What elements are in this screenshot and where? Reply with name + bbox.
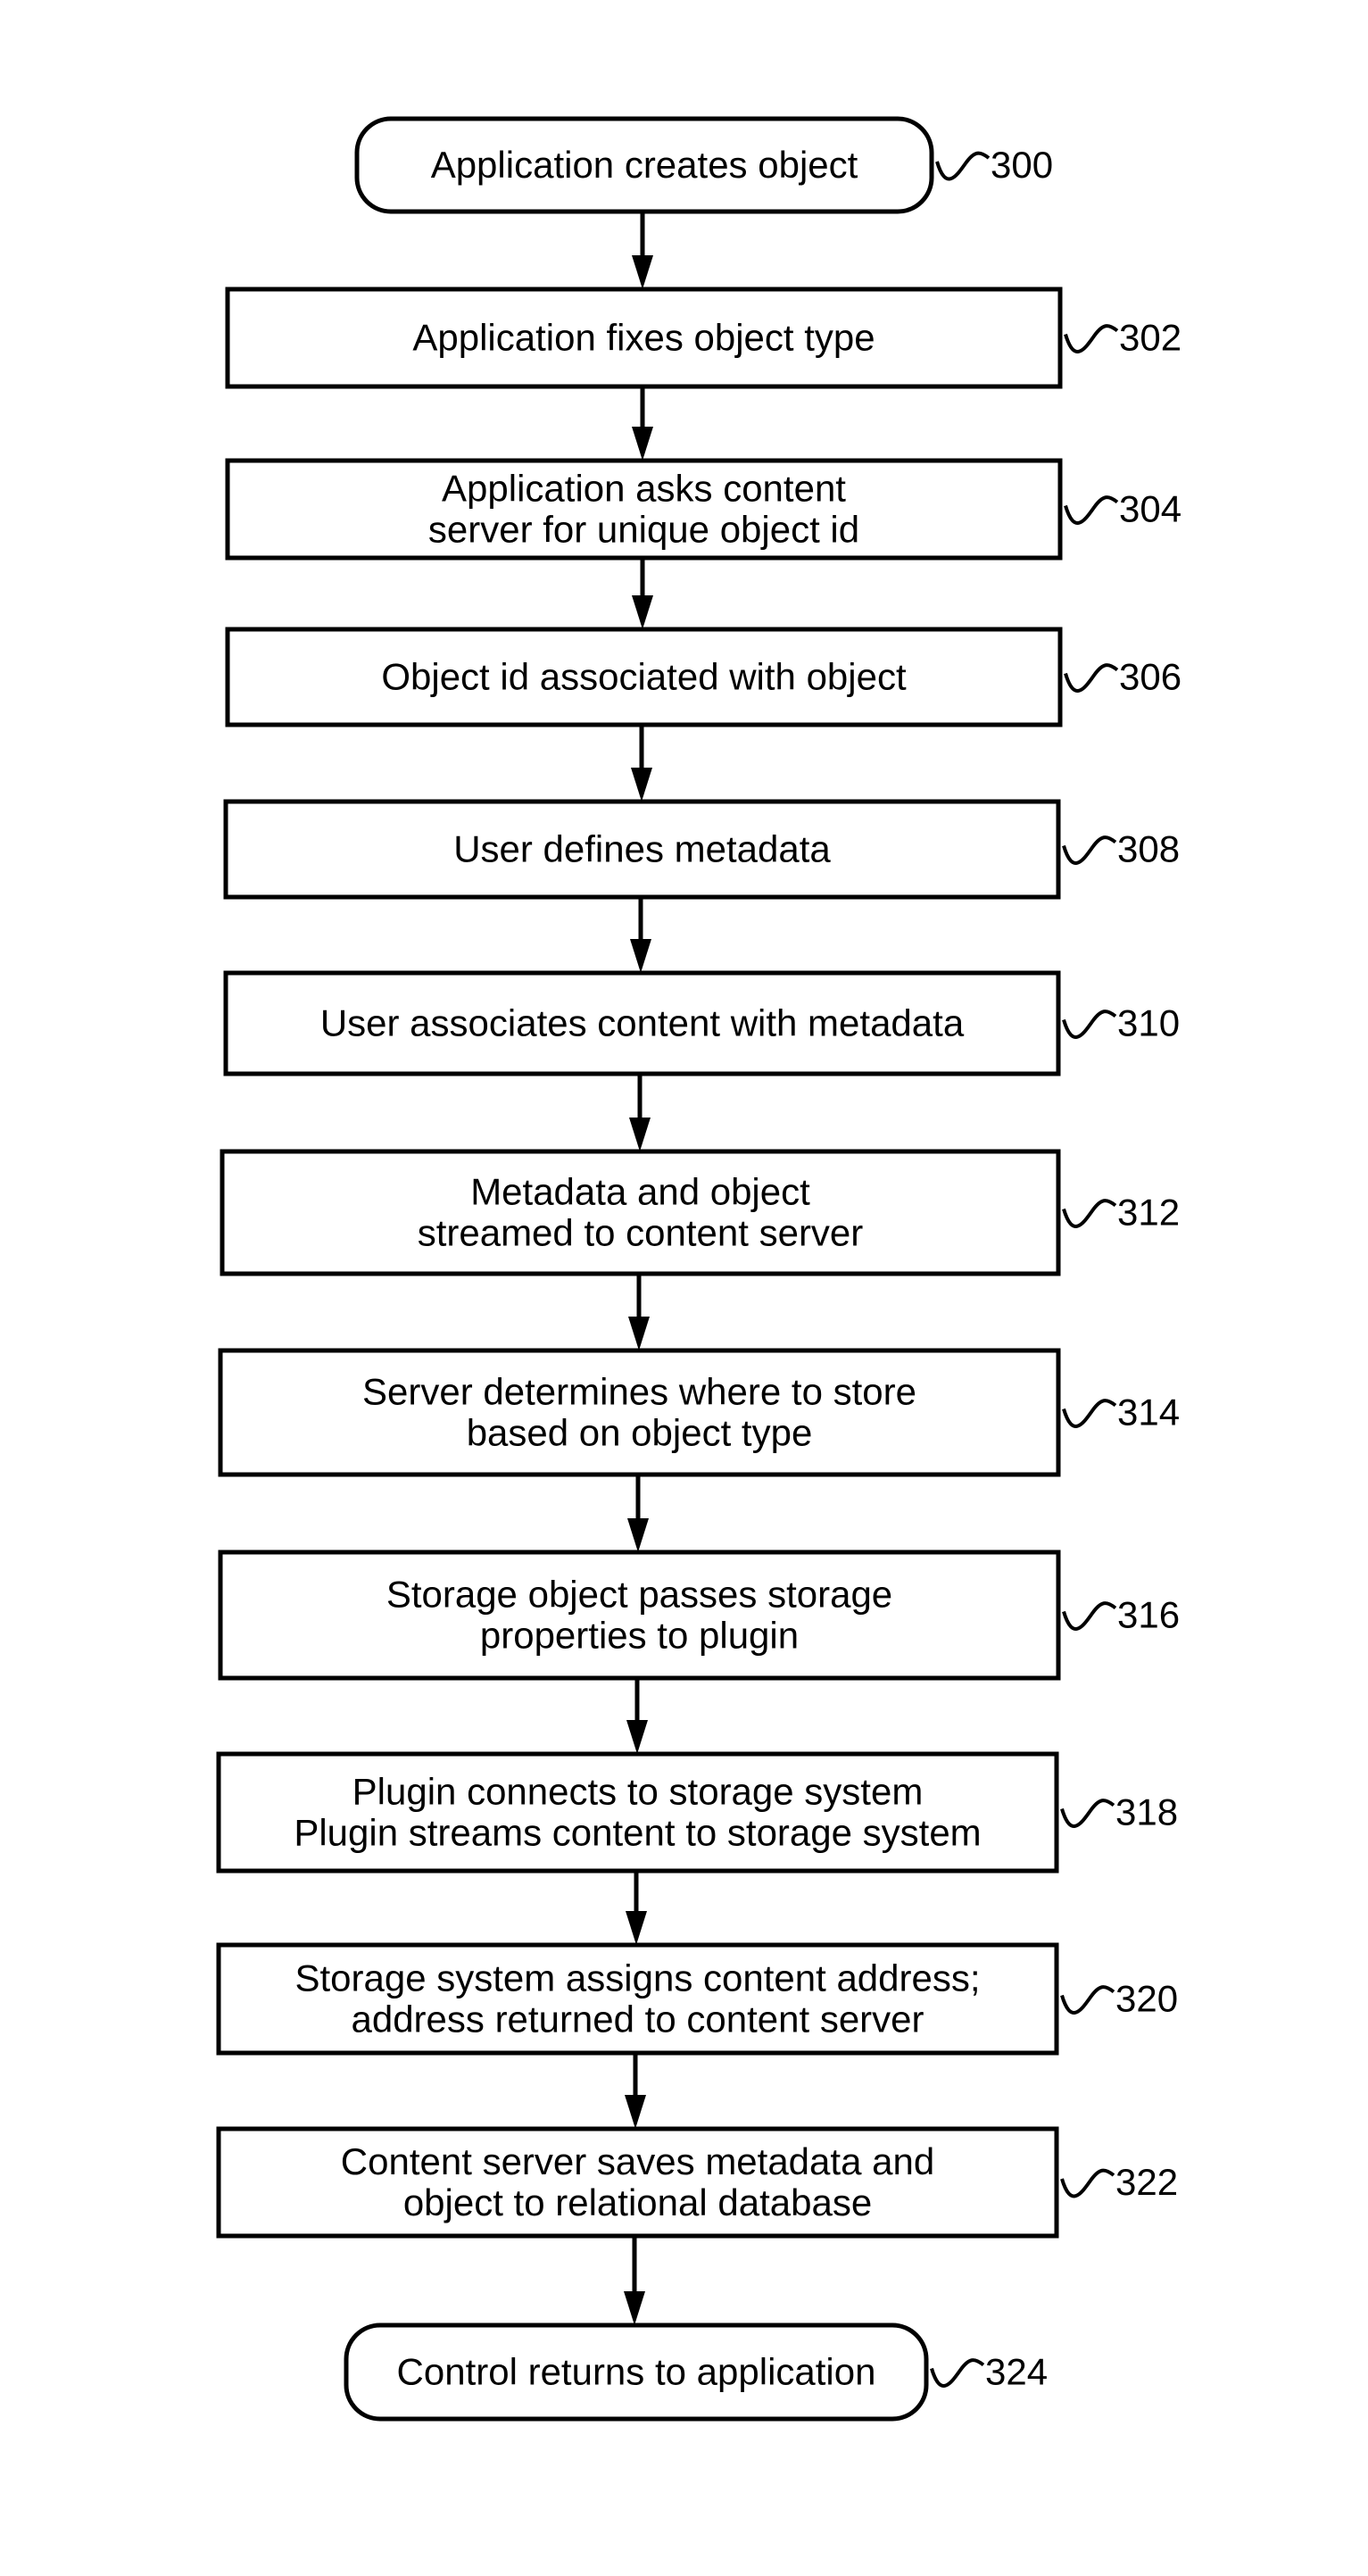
node-label: User associates content with metadata (320, 1002, 965, 1044)
node-label: Application fixes object type (412, 317, 875, 359)
arrowhead-icon (626, 1911, 647, 1945)
reference-numeral: 318 (1115, 1791, 1178, 1833)
node-label: Application creates object (431, 144, 858, 186)
flow-node-324: Control returns to application 324 (344, 2323, 1048, 2422)
reference-leader (935, 151, 991, 181)
reference-leader (1060, 1985, 1115, 2015)
flow-arrow-302-304 (632, 386, 653, 461)
reference-numeral: 316 (1117, 1594, 1180, 1636)
arrowhead-icon (631, 768, 652, 802)
node-label: properties to plugin (480, 1615, 799, 1657)
reference-leader (1060, 1799, 1115, 1828)
node-label: Storage object passes storage (386, 1574, 892, 1616)
node-label: streamed to content server (418, 1212, 864, 1254)
flow-node-300: Application creates object 300 (354, 116, 1053, 214)
reference-numeral: 322 (1115, 2161, 1178, 2203)
flow-arrow-320-322 (625, 2053, 646, 2129)
node-label: Storage system assigns content address; (294, 1957, 980, 1999)
reference-leader (930, 2358, 985, 2388)
reference-leader (1062, 1010, 1117, 1039)
reference-leader (1062, 835, 1117, 865)
flow-arrow-304-306 (632, 558, 653, 629)
reference-leader (1064, 663, 1119, 693)
flow-node-302: Application fixes object type 302 (225, 287, 1181, 389)
arrowhead-icon (625, 2095, 646, 2129)
node-label: object to relational database (403, 2181, 872, 2223)
arrowhead-icon (627, 1518, 649, 1552)
flow-arrow-308-310 (630, 897, 651, 973)
flow-node-310: User associates content with metadata 310 (223, 970, 1180, 1076)
reference-leader (1062, 1601, 1117, 1631)
node-label: Content server saves metadata and (341, 2140, 934, 2182)
flow-arrow-310-312 (629, 1074, 651, 1151)
flow-arrow-314-316 (627, 1475, 649, 1552)
arrowhead-icon (626, 1720, 648, 1754)
reference-numeral: 308 (1117, 828, 1180, 870)
reference-numeral: 300 (991, 144, 1053, 186)
flow-node-308: User defines metadata 308 (223, 799, 1180, 900)
reference-leader (1060, 2168, 1115, 2198)
reference-numeral: 324 (985, 2351, 1048, 2393)
flow-node-306: Object id associated with object 306 (225, 627, 1181, 727)
node-label: Server determines where to store (362, 1371, 916, 1413)
reference-numeral: 306 (1119, 656, 1181, 698)
reference-numeral: 302 (1119, 317, 1181, 359)
flow-arrow-312-314 (628, 1274, 650, 1350)
reference-numeral: 314 (1117, 1392, 1180, 1433)
arrowhead-icon (632, 427, 653, 461)
reference-leader (1062, 1399, 1117, 1428)
flow-node-316: Storage object passes storageproperties … (218, 1550, 1180, 1681)
node-label: based on object type (467, 1412, 813, 1454)
reference-leader (1064, 324, 1119, 353)
flow-node-318: Plugin connects to storage systemPlugin … (216, 1751, 1178, 1874)
flow-node-314: Server determines where to storebased on… (218, 1348, 1180, 1477)
node-label: Plugin streams content to storage system (294, 1812, 981, 1854)
arrowhead-icon (632, 255, 653, 289)
flow-node-320: Storage system assigns content address;a… (216, 1942, 1178, 2056)
arrowhead-icon (632, 595, 653, 629)
flowchart: Application creates object 300Application… (216, 116, 1181, 2422)
reference-numeral: 304 (1119, 488, 1181, 530)
arrowhead-icon (629, 1118, 651, 1151)
flow-node-322: Content server saves metadata andobject … (216, 2126, 1178, 2239)
node-label: Metadata and object (470, 1171, 810, 1213)
node-label: Object id associated with object (381, 656, 907, 698)
node-label: Application asks content (442, 468, 846, 510)
node-label: Plugin connects to storage system (352, 1771, 924, 1813)
node-label: address returned to content server (351, 1998, 924, 2040)
arrowhead-icon (624, 2291, 645, 2325)
flow-arrow-322-324 (624, 2236, 645, 2325)
reference-numeral: 320 (1115, 1978, 1178, 2020)
flow-arrow-318-320 (626, 1871, 647, 1945)
reference-leader (1064, 495, 1119, 525)
arrowhead-icon (630, 939, 651, 973)
node-label: Control returns to application (397, 2351, 876, 2393)
arrowhead-icon (628, 1317, 650, 1350)
node-label: User defines metadata (453, 828, 831, 870)
flow-arrow-306-308 (631, 725, 652, 802)
flow-node-312: Metadata and objectstreamed to content s… (220, 1149, 1180, 1276)
reference-numeral: 310 (1117, 1002, 1180, 1044)
reference-leader (1062, 1199, 1117, 1228)
flow-node-304: Application asks contentserver for uniqu… (225, 458, 1181, 561)
flow-arrow-316-318 (626, 1678, 648, 1754)
reference-numeral: 312 (1117, 1192, 1180, 1234)
node-label: server for unique object id (428, 509, 859, 551)
flow-arrow-300-302 (632, 212, 653, 289)
